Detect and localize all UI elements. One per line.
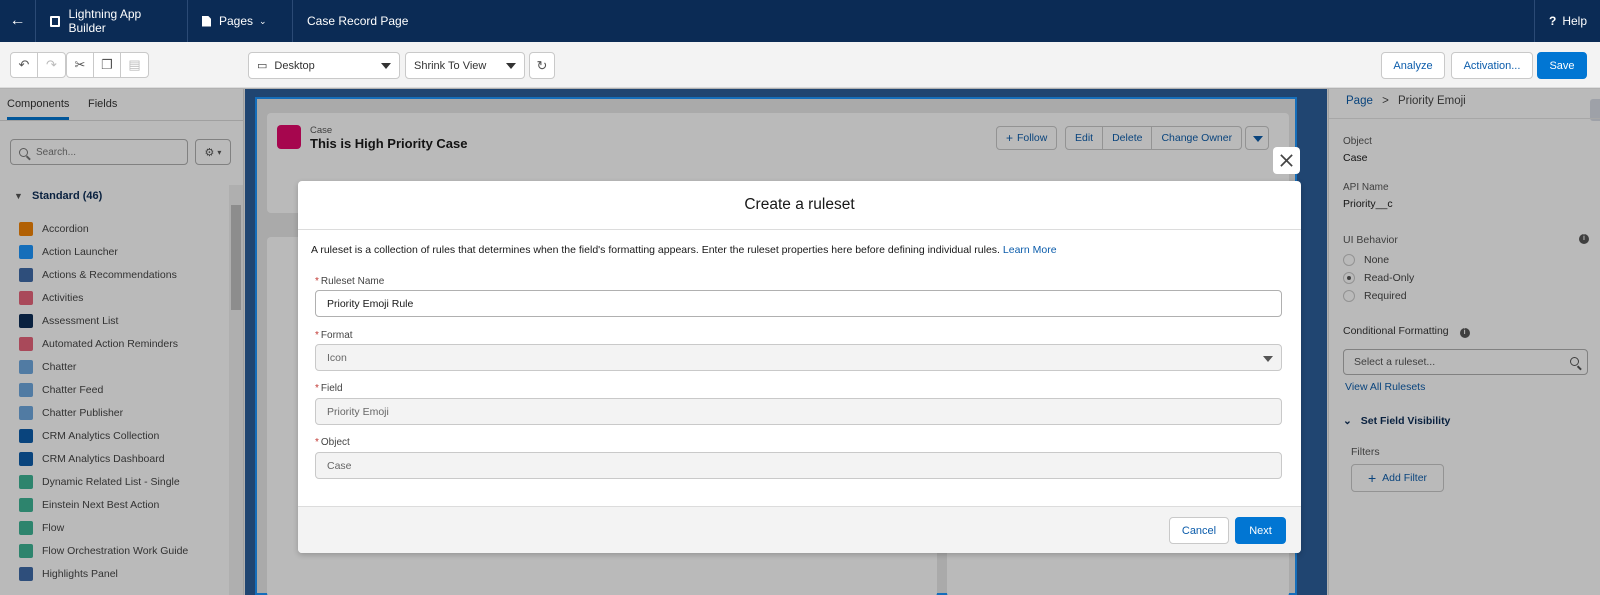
analyze-button[interactable]: Analyze: [1381, 52, 1445, 79]
next-button[interactable]: Next: [1235, 517, 1286, 544]
field-input: Priority Emoji: [315, 398, 1282, 425]
format-select[interactable]: Icon: [315, 344, 1282, 371]
modal-body: A ruleset is a collection of rules that …: [298, 230, 1301, 506]
undo-button[interactable]: ↶: [11, 53, 38, 77]
redo-button[interactable]: ↷: [38, 53, 65, 77]
desktop-icon: ▭: [257, 60, 268, 72]
app-builder-icon: [50, 15, 61, 27]
cut-icon: ✂: [74, 57, 86, 72]
chevron-down-icon: ⌄: [259, 15, 267, 26]
arrow-left-icon: ←: [9, 12, 26, 29]
clipboard-group: ✂ ❐ ▤: [66, 52, 149, 78]
page-name: Case Record Page: [307, 14, 409, 28]
activation-button[interactable]: Activation...: [1451, 52, 1533, 79]
object-input: Case: [315, 452, 1282, 479]
ruleset-name-input[interactable]: Priority Emoji Rule: [315, 290, 1282, 317]
modal-description: A ruleset is a collection of rules that …: [311, 244, 1057, 256]
app-header: ← Lightning App Builder Pages ⌄ Case Rec…: [0, 0, 1600, 42]
page-icon: [202, 15, 211, 27]
save-button[interactable]: Save: [1537, 52, 1587, 79]
chevron-down-icon: [506, 63, 516, 69]
device-select[interactable]: ▭ Desktop: [248, 52, 400, 79]
object-field-label: * Object: [315, 437, 350, 448]
undo-redo-group: ↶ ↷: [10, 52, 66, 78]
learn-more-link[interactable]: Learn More: [1003, 244, 1057, 256]
close-icon: [1280, 154, 1293, 167]
back-button[interactable]: ←: [0, 0, 36, 42]
chevron-down-icon: [381, 63, 391, 69]
refresh-icon: ↻: [536, 57, 548, 73]
chevron-down-icon: [1263, 356, 1273, 362]
close-modal-button[interactable]: [1273, 147, 1300, 174]
app-name: Lightning App Builder: [36, 0, 188, 42]
copy-icon: ❐: [101, 57, 113, 72]
modal-footer: Cancel Next: [298, 506, 1301, 553]
ruleset-name-label: * Ruleset Name: [315, 276, 385, 287]
redo-icon: ↷: [46, 57, 57, 72]
paste-icon: ▤: [128, 57, 141, 72]
pages-menu[interactable]: Pages ⌄: [188, 0, 293, 42]
paste-button[interactable]: ▤: [121, 53, 148, 77]
cut-button[interactable]: ✂: [67, 53, 94, 77]
copy-button[interactable]: ❐: [94, 53, 121, 77]
zoom-select[interactable]: Shrink To View: [405, 52, 525, 79]
format-label: * Format: [315, 330, 353, 341]
cancel-button[interactable]: Cancel: [1169, 517, 1229, 544]
undo-icon: ↶: [18, 57, 30, 72]
create-ruleset-modal: Create a ruleset A ruleset is a collecti…: [298, 181, 1301, 553]
field-label: * Field: [315, 383, 343, 394]
modal-title: Create a ruleset: [298, 181, 1301, 230]
help-icon: ?: [1549, 14, 1557, 28]
refresh-button[interactable]: ↻: [529, 52, 555, 79]
help-button[interactable]: ? Help: [1534, 0, 1600, 42]
builder-toolbar: ↶ ↷ ✂ ❐ ▤ ▭ Desktop Shrink To View ↻ Ana…: [0, 42, 1600, 88]
